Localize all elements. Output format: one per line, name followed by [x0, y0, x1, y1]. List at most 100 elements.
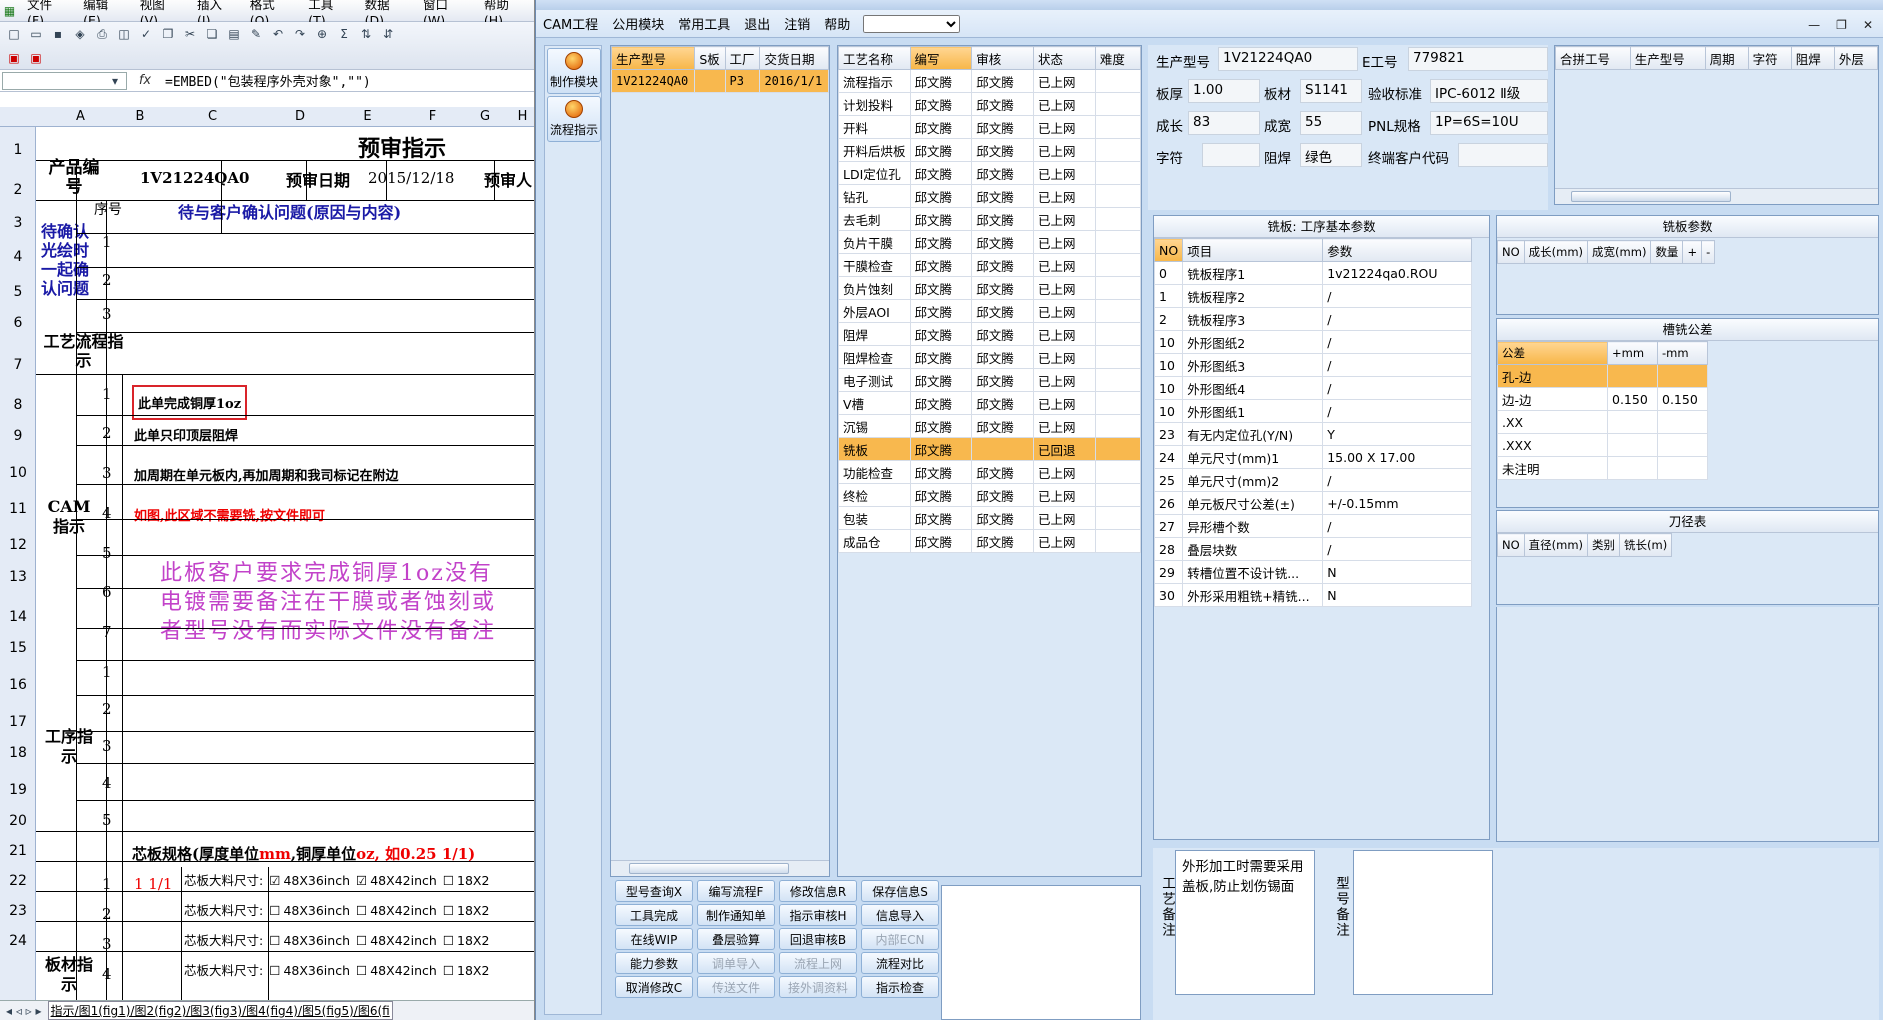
len-field[interactable]: 83: [1188, 111, 1260, 135]
cut-icon[interactable]: ✂: [180, 25, 200, 43]
process-row[interactable]: 沉锡 邱文腾 邱文腾 已上网: [838, 414, 1142, 438]
proc-col-status[interactable]: 状态: [1033, 46, 1096, 70]
copy-icon[interactable]: ❏: [202, 25, 222, 43]
size-checkbox[interactable]: ☑: [356, 873, 367, 888]
row-header[interactable]: 1: [0, 142, 36, 158]
action-button[interactable]: 在线WIP: [615, 928, 693, 950]
row-header[interactable]: 5: [0, 284, 36, 300]
row-header[interactable]: 23: [0, 903, 36, 919]
cust-field[interactable]: [1458, 143, 1548, 167]
action-button[interactable]: 工具完成: [615, 904, 693, 926]
col-header[interactable]: F: [405, 109, 460, 124]
order-row[interactable]: 1V21224QA0 P3 2016/1/1: [610, 69, 829, 93]
mill-row[interactable]: 24 单元尺寸(mm)1 15.00 X 17.00: [1153, 445, 1472, 469]
wid-field[interactable]: 55: [1300, 111, 1362, 135]
size-checkbox[interactable]: ☐: [269, 963, 280, 978]
slot-row[interactable]: 边-边 0.150 0.150: [1497, 387, 1708, 411]
action-button[interactable]: 指示检查: [861, 976, 939, 998]
mill-param-col[interactable]: +: [1682, 240, 1703, 264]
action-button[interactable]: 回退审核B: [779, 928, 857, 950]
close-icon[interactable]: ✕: [1863, 18, 1873, 32]
pdf-icon[interactable]: ▣: [4, 49, 24, 67]
col-header[interactable]: E: [330, 109, 405, 124]
make-module-button[interactable]: 制作模块: [547, 48, 601, 94]
proc-note-field[interactable]: 外形加工时需要采用盖板,防止划伤锡面: [1175, 850, 1315, 995]
mill-row[interactable]: 27 异形槽个数 /: [1153, 514, 1472, 538]
mill-row[interactable]: 10 外形图纸3/: [1153, 353, 1472, 377]
process-row[interactable]: 开料 邱文腾 邱文腾 已上网: [838, 115, 1142, 139]
hyperlink-icon[interactable]: ⊕: [312, 25, 332, 43]
save-icon[interactable]: ▪: [48, 25, 68, 43]
process-row[interactable]: 电子测试 邱文腾 邱文腾 已上网: [838, 368, 1142, 392]
proc-col-name[interactable]: 工艺名称: [838, 46, 911, 70]
process-row[interactable]: 负片蚀刻 邱文腾 邱文腾 已上网: [838, 276, 1142, 300]
pdf-mail-icon[interactable]: ▣: [26, 49, 46, 67]
row-header[interactable]: 11: [0, 501, 36, 517]
action-button[interactable]: 制作通知单: [697, 904, 775, 926]
row-header[interactable]: 17: [0, 714, 36, 730]
mask-field[interactable]: 绿色: [1300, 143, 1362, 167]
new-icon[interactable]: □: [4, 25, 24, 43]
mill-col[interactable]: 项目: [1182, 238, 1324, 262]
action-button[interactable]: 叠层验算: [697, 928, 775, 950]
col-header[interactable]: G: [460, 109, 510, 124]
mill-param-col[interactable]: NO: [1497, 240, 1525, 264]
e-field[interactable]: 779821: [1408, 47, 1548, 71]
col-header[interactable]: B: [125, 109, 155, 124]
size-checkbox[interactable]: ☑: [269, 873, 280, 888]
mill-param-col[interactable]: 成宽(mm): [1587, 240, 1652, 264]
action-button[interactable]: 能力参数: [615, 952, 693, 974]
paste-icon[interactable]: ▤: [224, 25, 244, 43]
process-row[interactable]: 铣板 邱文腾 已回退: [838, 437, 1142, 461]
slot-col[interactable]: 公差: [1497, 341, 1608, 365]
slot-row[interactable]: .XXX: [1497, 433, 1708, 457]
mill-param-col[interactable]: 成长(mm): [1523, 240, 1589, 264]
menu-logout[interactable]: 注销: [777, 14, 817, 33]
sheet-nav-icon[interactable]: ◂ ◃ ▹ ▸: [0, 1004, 48, 1018]
row-header[interactable]: 21: [0, 843, 36, 859]
order-col-s[interactable]: S板: [694, 46, 726, 70]
slot-col[interactable]: +mm: [1607, 341, 1658, 365]
mill-row[interactable]: 23 有无内定位孔(Y/N) Y: [1153, 422, 1472, 446]
col-header[interactable]: D: [270, 109, 330, 124]
tool-col[interactable]: NO: [1497, 533, 1525, 557]
row-header[interactable]: 20: [0, 813, 36, 829]
mill-row[interactable]: 0 铣板程序1 1v21224qa0.ROU: [1153, 261, 1472, 285]
merge-col[interactable]: 阻焊: [1790, 46, 1835, 70]
menu-exit[interactable]: 退出: [737, 14, 777, 33]
merge-col[interactable]: 字符: [1747, 46, 1792, 70]
tool-col[interactable]: 铣长(m): [1619, 533, 1673, 557]
sheet-tab-list[interactable]: 指示/图1(fig1)/图2(fig2)/图3(fig3)/图4(fig4)/图…: [47, 1001, 393, 1020]
row-header[interactable]: 7: [0, 357, 36, 373]
process-row[interactable]: 计划投料 邱文腾 邱文腾 已上网: [838, 92, 1142, 116]
mat-field[interactable]: S1141: [1300, 79, 1362, 103]
undo-icon[interactable]: ↶: [268, 25, 288, 43]
worksheet[interactable]: 预审指示 产品编号 1V21224QA0 预审日期 2015/12/18 预审人…: [36, 127, 534, 1000]
size-checkbox[interactable]: ☐: [356, 933, 367, 948]
char-field[interactable]: [1202, 143, 1260, 167]
pnl-field[interactable]: 1P=6S=10U: [1430, 111, 1548, 135]
size-checkbox[interactable]: ☐: [269, 933, 280, 948]
action-button[interactable]: 传送文件: [697, 976, 775, 998]
process-row[interactable]: 终检 邱文腾 邱文腾 已上网: [838, 483, 1142, 507]
row-header[interactable]: 15: [0, 640, 36, 656]
slot-col[interactable]: -mm: [1657, 341, 1708, 365]
process-row[interactable]: 成品仓 邱文腾 邱文腾 已上网: [838, 529, 1142, 553]
process-row[interactable]: 外层AOI 邱文腾 邱文腾 已上网: [838, 299, 1142, 323]
merge-col[interactable]: 周期: [1704, 46, 1749, 70]
size-checkbox[interactable]: ☐: [443, 963, 454, 978]
model-note-field[interactable]: [1353, 850, 1493, 995]
row-header[interactable]: 6: [0, 315, 36, 331]
action-button[interactable]: 保存信息S: [861, 880, 939, 902]
menu-common-module[interactable]: 公用模块: [605, 14, 671, 33]
size-checkbox[interactable]: ☐: [356, 963, 367, 978]
action-button[interactable]: 编写流程F: [697, 880, 775, 902]
scroll-thumb[interactable]: [629, 863, 789, 874]
proc-col-writer[interactable]: 编写: [909, 46, 973, 70]
merge-hscroll[interactable]: [1555, 188, 1878, 204]
process-row[interactable]: 开料后烘板 邱文腾 邱文腾 已上网: [838, 138, 1142, 162]
thick-field[interactable]: 1.00: [1188, 79, 1260, 103]
row-header[interactable]: 18: [0, 745, 36, 761]
sort-desc-icon[interactable]: ⇵: [378, 25, 398, 43]
process-row[interactable]: 包装 邱文腾 邱文腾 已上网: [838, 506, 1142, 530]
